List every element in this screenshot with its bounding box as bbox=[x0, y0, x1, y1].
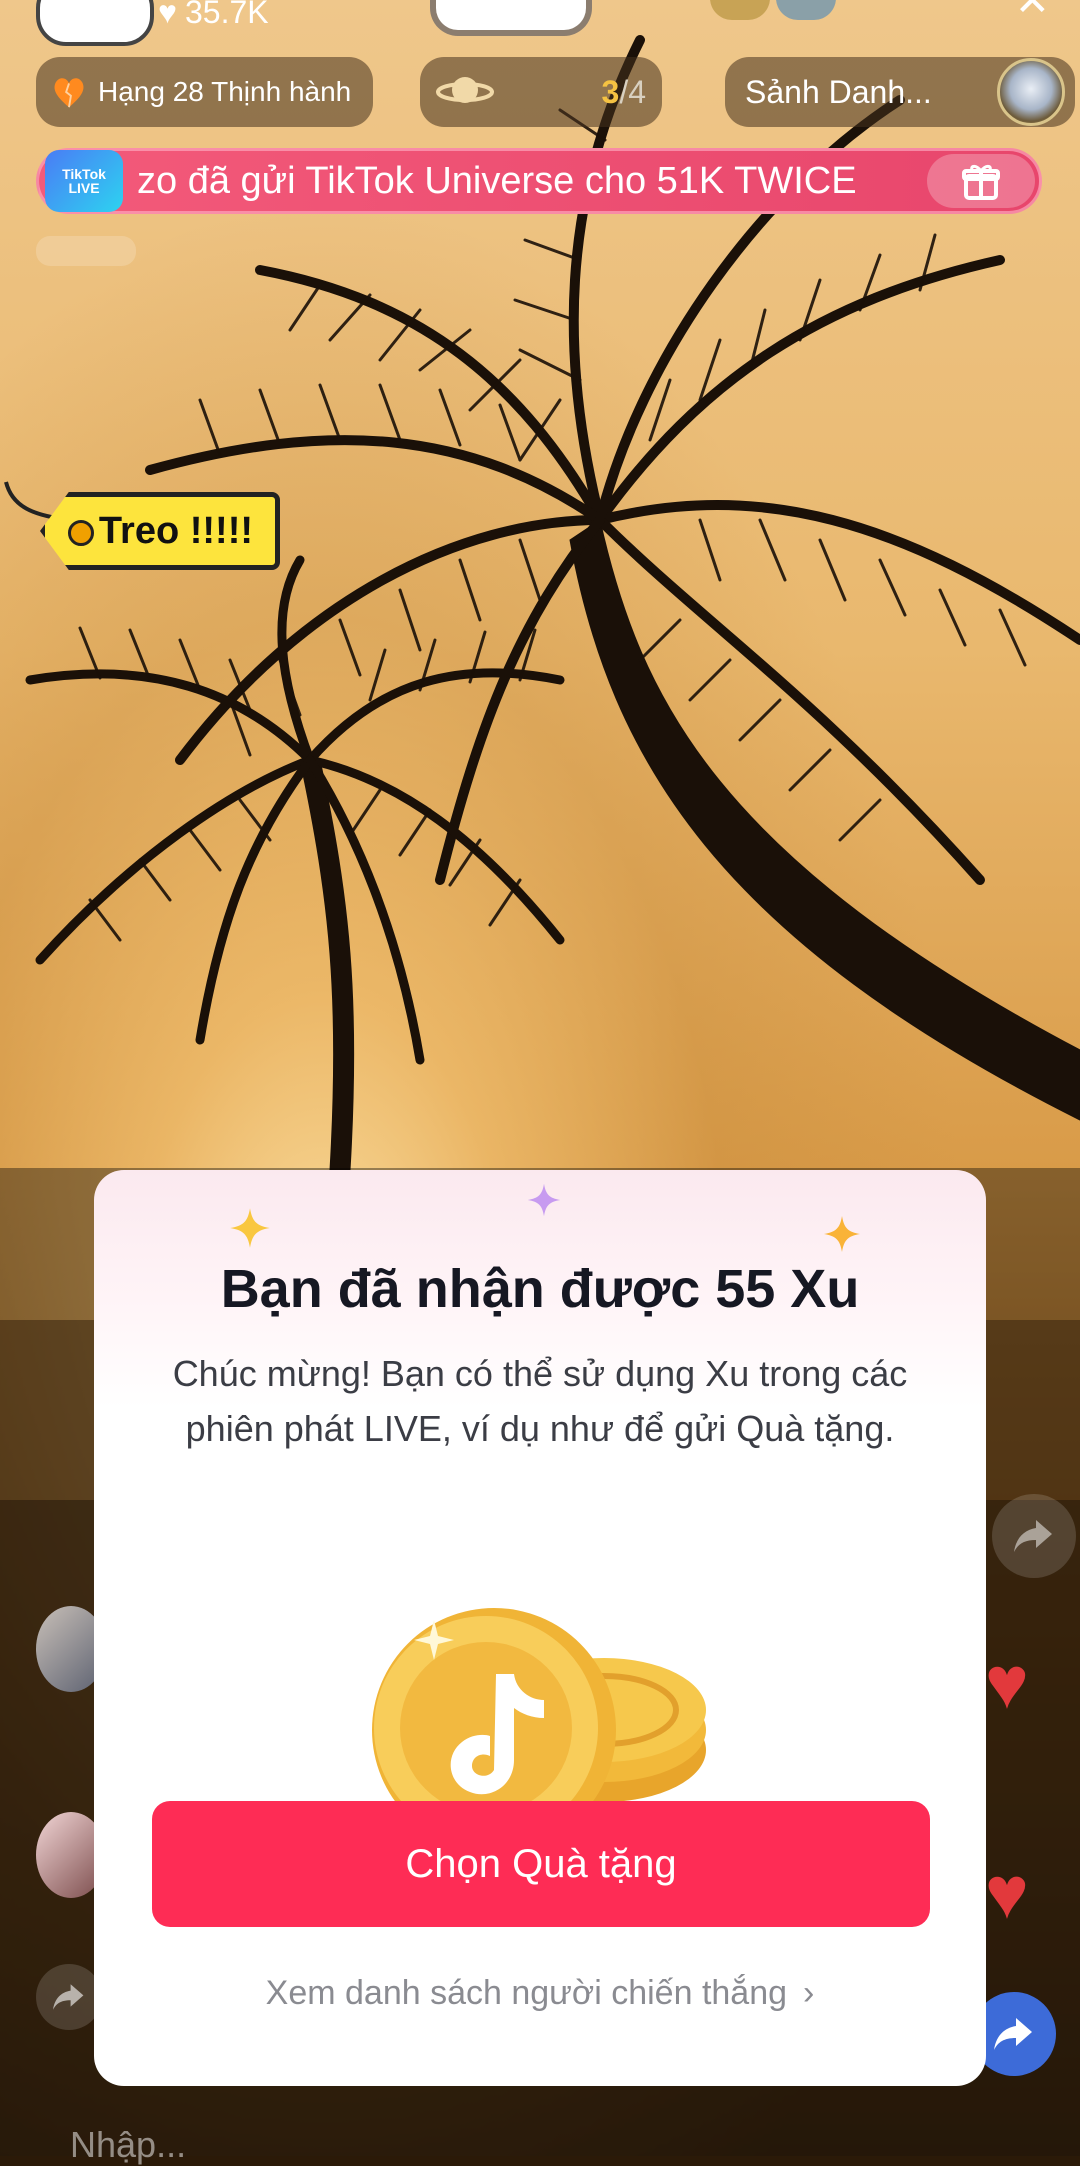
modal-description: Chúc mừng! Bạn có thể sử dụng Xu trong c… bbox=[172, 1353, 908, 1449]
close-icon[interactable]: ✕ bbox=[1015, 0, 1050, 25]
tag-hole bbox=[68, 520, 94, 546]
comment-input[interactable]: Nhập... bbox=[70, 2124, 186, 2166]
mission-total: /4 bbox=[619, 73, 646, 110]
chevron-right-icon: › bbox=[803, 1974, 815, 2012]
view-winners-label: Xem danh sách người chiến thắng bbox=[265, 1974, 788, 2012]
sparkle-icon bbox=[230, 1208, 270, 1248]
modal-title: Bạn đã nhận được 55 Xu bbox=[220, 1259, 860, 1319]
viewer-badge[interactable] bbox=[710, 0, 770, 20]
hall-of-fame-pill[interactable]: Sảnh Danh... bbox=[725, 57, 1075, 127]
faded-timer bbox=[36, 236, 136, 266]
gift-announcement-banner[interactable]: TikTok LIVE zo đã gửi TikTok Universe ch… bbox=[36, 148, 1042, 214]
heart-reaction-icon: ♥ bbox=[985, 1641, 1029, 1724]
heart-reaction-icon: ♥ bbox=[985, 1851, 1029, 1934]
viewer-badge[interactable] bbox=[776, 0, 836, 20]
coin-icon bbox=[372, 1608, 706, 1810]
follow-button[interactable] bbox=[430, 0, 592, 36]
share-side-icon[interactable] bbox=[992, 1494, 1076, 1578]
ranking-heart-icon bbox=[54, 78, 84, 108]
planet-icon bbox=[436, 77, 494, 103]
share-icon[interactable] bbox=[36, 1964, 102, 2030]
mission-pill[interactable]: 3/4 bbox=[420, 57, 662, 127]
coin-reward-modal: Bạn đã nhận được 55 Xu Chúc mừng! Bạn có… bbox=[94, 1170, 986, 2086]
mission-current: 3 bbox=[601, 73, 620, 110]
sparkle-icon bbox=[824, 1216, 860, 1252]
ranking-pill[interactable]: Hạng 28 Thịnh hành bbox=[36, 57, 374, 127]
viewer-badges[interactable] bbox=[710, 0, 836, 20]
host-avatar-pill[interactable] bbox=[36, 0, 154, 46]
gift-announcement-text: zo đã gửi TikTok Universe cho 51K TWICE bbox=[137, 159, 857, 202]
gift-icon[interactable] bbox=[927, 154, 1035, 208]
hall-label: Sảnh Danh... bbox=[745, 73, 932, 110]
heart-icon: ♥ bbox=[158, 0, 177, 30]
view-winners-link[interactable]: Xem danh sách người chiến thắng › bbox=[94, 1974, 986, 2013]
like-count: ♥ 35.7K bbox=[158, 0, 269, 31]
choose-gift-button[interactable]: Chọn Quà tặng bbox=[152, 1801, 930, 1927]
sparkle-icon bbox=[527, 1183, 561, 1217]
hall-avatar bbox=[997, 58, 1065, 126]
tiktok-live-logo-icon: TikTok LIVE bbox=[45, 150, 123, 212]
